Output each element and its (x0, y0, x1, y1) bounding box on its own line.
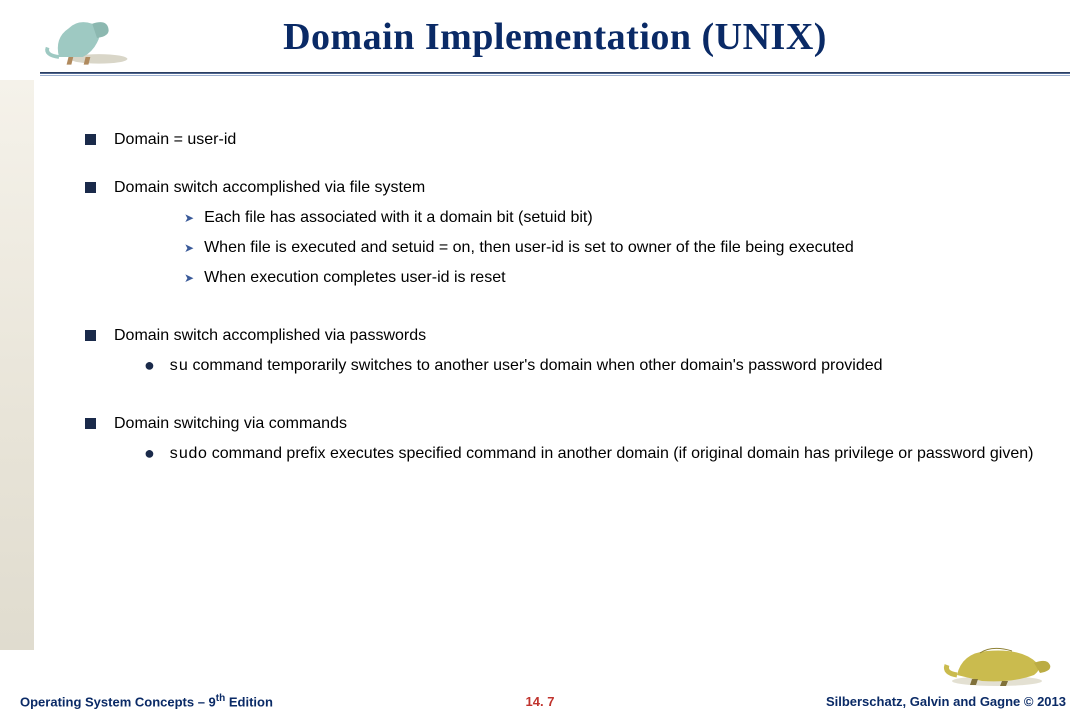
square-bullet-icon (85, 418, 96, 429)
code-su: su (169, 357, 188, 375)
bullet-text: Domain switch accomplished via passwords (114, 327, 426, 344)
title-rule (40, 72, 1070, 74)
slide-content: Domain = user-id Domain switch accomplis… (85, 130, 1045, 488)
dinosaur-logo-bottom (942, 633, 1062, 688)
bullet-domain-userid: Domain = user-id (85, 130, 1045, 150)
slide-footer: Operating System Concepts – 9th Edition … (0, 690, 1080, 712)
square-bullet-icon (85, 182, 96, 193)
bullet-switch-passwords: Domain switch accomplished via passwords… (85, 326, 1045, 386)
sub-bullet-text: When execution completes user-id is rese… (204, 268, 1045, 288)
slide-header: Domain Implementation (UNIX) (40, 15, 1070, 59)
bullet-switch-filesystem: Domain switch accomplished via file syst… (85, 178, 1045, 298)
sub-bullet: ● sudo command prefix executes specified… (144, 444, 1045, 464)
sub-bullets: ➤ Each file has associated with it a dom… (184, 208, 1045, 288)
footer-copyright: Silberschatz, Galvin and Gagne © 2013 (826, 694, 1066, 709)
sub-bullets: ● sudo command prefix executes specified… (144, 444, 1045, 464)
bullet-text: Domain switching via commands (114, 415, 347, 432)
sub-bullet: ➤ When file is executed and setuid = on,… (184, 238, 1045, 258)
bullet-switch-commands: Domain switching via commands ● sudo com… (85, 414, 1045, 474)
square-bullet-icon (85, 330, 96, 341)
sub-bullet-rest: command temporarily switches to another … (188, 357, 882, 374)
bullet-text: Domain switch accomplished via file syst… (114, 179, 425, 196)
arrow-bullet-icon: ➤ (184, 211, 194, 228)
dot-bullet-icon: ● (144, 358, 155, 376)
sub-bullets: ● su command temporarily switches to ano… (144, 356, 1045, 376)
slide-title: Domain Implementation (UNIX) (40, 15, 1070, 59)
sub-bullet: ➤ Each file has associated with it a dom… (184, 208, 1045, 228)
sub-bullet-text: sudo command prefix executes specified c… (169, 444, 1045, 464)
title-rule-shadow (40, 75, 1070, 76)
dot-bullet-icon: ● (144, 446, 155, 464)
sub-bullet: ➤ When execution completes user-id is re… (184, 268, 1045, 288)
sub-bullet: ● su command temporarily switches to ano… (144, 356, 1045, 376)
sub-bullet-text: Each file has associated with it a domai… (204, 208, 1045, 228)
arrow-bullet-icon: ➤ (184, 271, 194, 288)
bullet-text: Domain = user-id (114, 130, 1045, 150)
left-decorative-band (0, 80, 34, 650)
sub-bullet-text: su command temporarily switches to anoth… (169, 356, 1045, 376)
code-sudo: sudo (169, 445, 207, 463)
square-bullet-icon (85, 134, 96, 145)
sub-bullet-text: When file is executed and setuid = on, t… (204, 238, 1045, 258)
arrow-bullet-icon: ➤ (184, 241, 194, 258)
sub-bullet-rest: command prefix executes specified comman… (207, 445, 1033, 462)
